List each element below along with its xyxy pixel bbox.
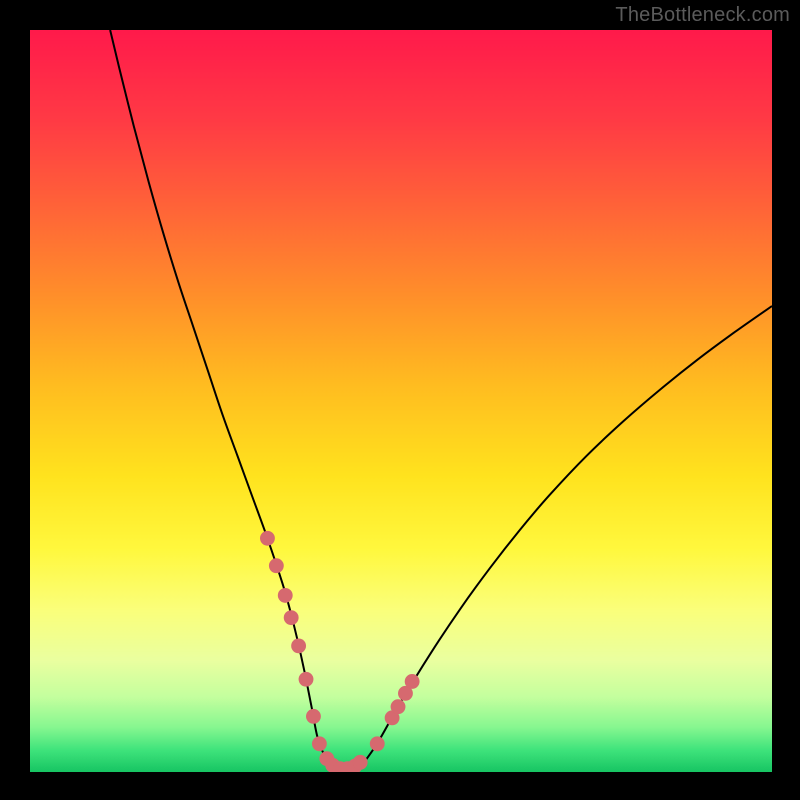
bottleneck-curve-path (110, 30, 772, 770)
highlight-dot (405, 674, 420, 689)
highlight-dot (291, 638, 306, 653)
plot-frame (30, 30, 772, 772)
highlight-dot (391, 699, 406, 714)
highlight-dot (370, 736, 385, 751)
highlight-dot (278, 588, 293, 603)
highlight-dot (312, 736, 327, 751)
highlight-dot (269, 558, 284, 573)
watermark-text: TheBottleneck.com (615, 4, 790, 27)
curve-overlay (30, 30, 772, 772)
chart-stage: TheBottleneck.com (0, 0, 800, 800)
highlight-dot (284, 610, 299, 625)
plot-area (30, 30, 772, 772)
highlight-dots-group (260, 531, 420, 772)
highlight-dot (306, 709, 321, 724)
highlight-dot (260, 531, 275, 546)
highlight-dot (353, 755, 368, 770)
highlight-dot (299, 672, 314, 687)
